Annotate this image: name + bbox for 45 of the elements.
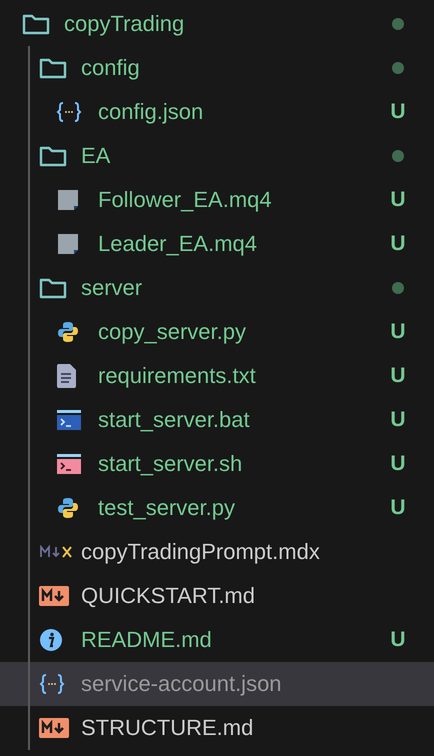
terminal-icon: [56, 453, 82, 475]
tree-item[interactable]: service-account.json: [0, 662, 434, 706]
file-name: config.json: [98, 99, 204, 125]
file-name: Leader_EA.mq4: [98, 231, 258, 257]
text-file-icon: [56, 363, 78, 389]
file-name: config: [81, 55, 141, 81]
terminal-icon: [56, 409, 82, 431]
file-name: Follower_EA.mq4: [98, 187, 273, 213]
file-name: start_server.bat: [98, 407, 251, 433]
file-name: copy_server.py: [98, 319, 247, 345]
file-name: test_server.py: [98, 495, 236, 521]
status-letter: U: [389, 320, 407, 344]
file-name: STRUCTURE.md: [81, 715, 254, 741]
status-letter: U: [389, 188, 407, 212]
status-letter: U: [389, 364, 407, 388]
status-letter: U: [389, 408, 407, 432]
folder-icon: [39, 57, 67, 79]
file-icon: [56, 188, 80, 212]
status-letter: U: [389, 496, 407, 520]
folder-icon: [39, 145, 67, 167]
status-letter: U: [389, 628, 407, 652]
braces-icon: [56, 101, 82, 123]
status-letter: U: [389, 100, 407, 124]
markdown-icon: [39, 586, 69, 606]
python-icon: [56, 320, 80, 344]
markdown-icon: [39, 545, 73, 559]
file-name: README.md: [81, 627, 213, 653]
status-letter: U: [389, 232, 407, 256]
folder-icon: [39, 277, 67, 299]
file-name: server: [81, 275, 144, 301]
file-name: EA: [81, 143, 112, 169]
status-letter: U: [389, 452, 407, 476]
markdown-icon: [39, 718, 69, 738]
file-name: start_server.sh: [98, 451, 244, 477]
braces-icon: [39, 673, 65, 695]
tree-item[interactable]: copyTrading: [0, 2, 434, 46]
file-name: service-account.json: [81, 671, 283, 697]
python-icon: [56, 496, 80, 520]
info-icon: [39, 628, 63, 652]
file-icon: [56, 232, 80, 256]
file-name: copyTrading: [64, 11, 186, 37]
folder-icon: [22, 13, 50, 35]
file-name: QUICKSTART.md: [81, 583, 256, 609]
file-name: requirements.txt: [98, 363, 257, 389]
file-name: copyTradingPrompt.mdx: [81, 539, 321, 565]
